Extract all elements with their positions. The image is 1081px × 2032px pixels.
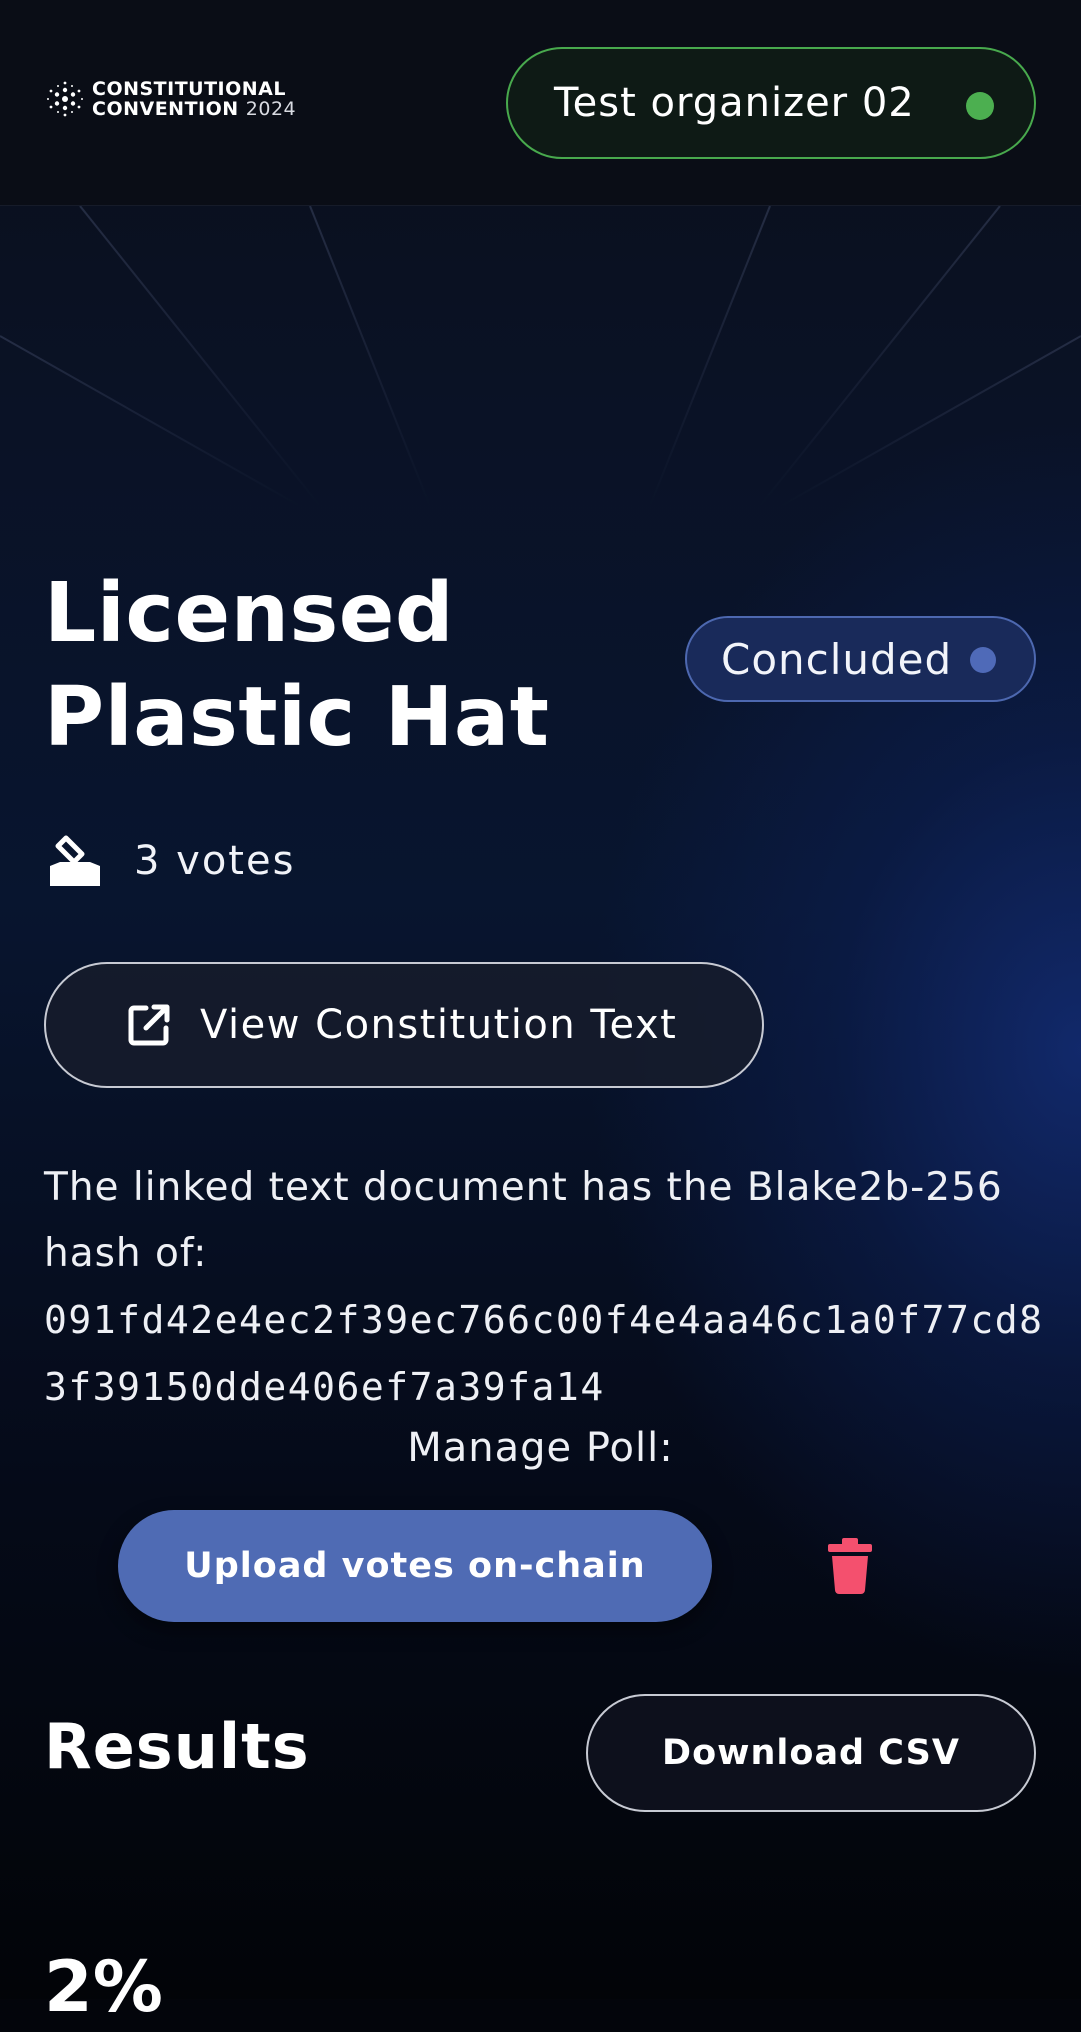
hash-intro: The linked text document has the Blake2b… bbox=[44, 1165, 1003, 1276]
document-hash-info: The linked text document has the Blake2b… bbox=[44, 1155, 1044, 1421]
organizer-account-button[interactable]: Test organizer 02 bbox=[506, 47, 1036, 159]
logo-line-2: CONVENTION 2024 bbox=[92, 99, 296, 119]
poll-status-label: Concluded bbox=[721, 634, 953, 684]
logo-line-1: CONSTITUTIONAL bbox=[92, 78, 286, 100]
delete-poll-button[interactable] bbox=[820, 1536, 880, 1596]
decorative-grid bbox=[0, 206, 1081, 506]
results-heading: Results bbox=[44, 1710, 310, 1783]
votes-count-label: 3 votes bbox=[134, 838, 296, 884]
trash-icon bbox=[828, 1538, 872, 1594]
hash-value: 091fd42e4ec2f39ec766c00f4e4aa46c1a0f77cd… bbox=[44, 1298, 1044, 1409]
view-constitution-text-button[interactable]: View Constitution Text bbox=[44, 962, 764, 1088]
poll-title-line-2: Plastic Hat bbox=[44, 670, 550, 765]
poll-title-line-1: Licensed bbox=[44, 566, 455, 661]
organizer-name: Test organizer 02 bbox=[554, 80, 915, 126]
cardano-logo-icon bbox=[47, 81, 83, 117]
download-csv-button[interactable]: Download CSV bbox=[586, 1694, 1036, 1812]
top-header: CONSTITUTIONAL CONVENTION 2024 Test orga… bbox=[0, 0, 1081, 206]
manage-poll-label: Manage Poll: bbox=[407, 1425, 674, 1471]
status-dot bbox=[970, 647, 996, 673]
poll-title: Licensed Plastic Hat bbox=[44, 562, 644, 770]
logo-wordmark: CONSTITUTIONAL CONVENTION 2024 bbox=[92, 79, 296, 119]
poll-status-badge: Concluded bbox=[685, 616, 1036, 702]
logo-word: CONVENTION bbox=[92, 98, 239, 120]
view-constitution-label: View Constitution Text bbox=[200, 1002, 678, 1048]
result-percentage: 2% bbox=[44, 1946, 163, 2028]
logo-year: 2024 bbox=[245, 98, 297, 120]
external-link-icon bbox=[128, 1004, 170, 1046]
convention-logo[interactable]: CONSTITUTIONAL CONVENTION 2024 bbox=[44, 78, 296, 120]
upload-votes-button[interactable]: Upload votes on-chain bbox=[118, 1510, 712, 1622]
connected-status-dot bbox=[966, 92, 994, 120]
votes-count: 3 votes bbox=[44, 830, 295, 892]
ballot-box-icon bbox=[50, 835, 100, 886]
